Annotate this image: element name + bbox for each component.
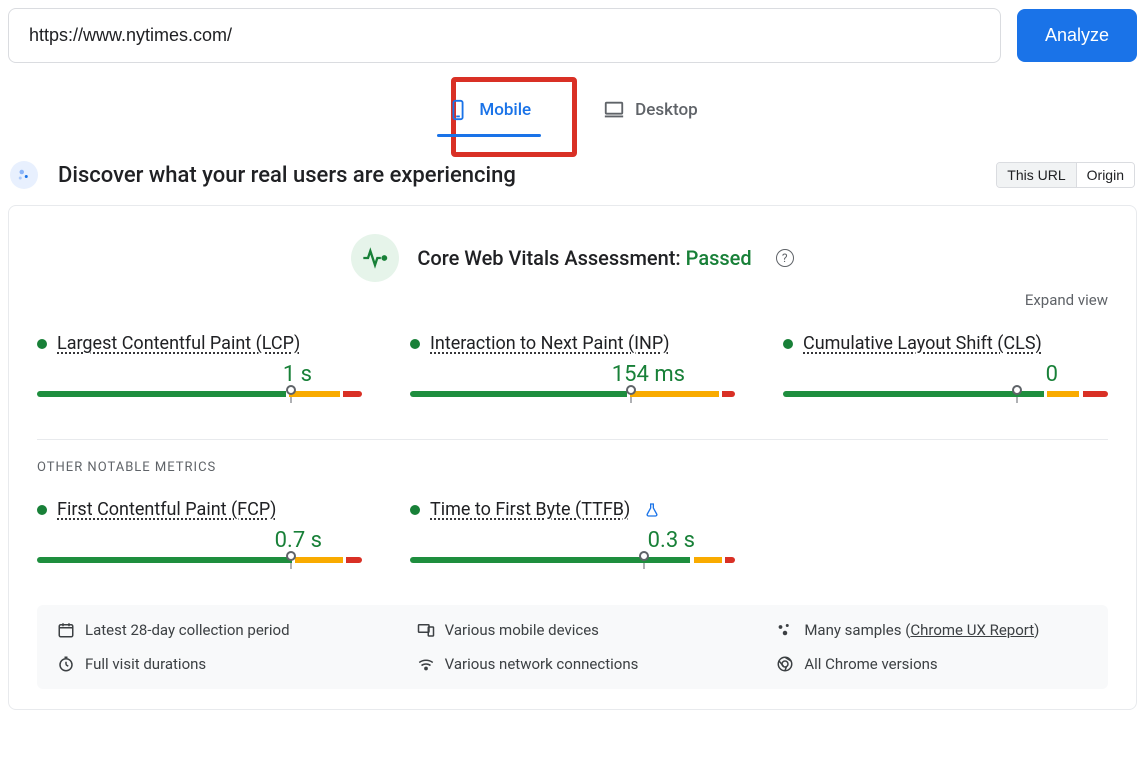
metric-value-cls: 0 <box>783 362 1108 387</box>
analyze-button[interactable]: Analyze <box>1017 9 1137 62</box>
metric-ttfb: Time to First Byte (TTFB) 0.3 s <box>410 499 735 577</box>
device-tabs: Mobile Desktop <box>8 87 1137 137</box>
status-dot-good <box>783 339 793 349</box>
metric-marker <box>626 385 636 395</box>
tab-desktop[interactable]: Desktop <box>583 87 717 137</box>
cwv-title: Core Web Vitals Assessment: Passed <box>417 246 751 270</box>
metric-name-inp[interactable]: Interaction to Next Paint (INP) <box>430 333 670 354</box>
clock-icon <box>57 655 75 673</box>
metric-value-fcp: 0.7 s <box>37 528 362 553</box>
metric-cls: Cumulative Layout Shift (CLS) 0 <box>783 333 1108 411</box>
devices-icon <box>417 621 435 639</box>
crux-report-link[interactable]: Chrome UX Report <box>910 621 1034 639</box>
tab-mobile[interactable]: Mobile <box>427 87 551 137</box>
status-dot-good <box>37 505 47 515</box>
metric-value-lcp: 1 s <box>37 362 362 387</box>
network-icon <box>417 655 435 673</box>
tab-mobile-label: Mobile <box>479 100 531 120</box>
metric-marker <box>639 551 649 561</box>
metric-name-fcp[interactable]: First Contentful Paint (FCP) <box>57 499 276 520</box>
metric-marker <box>1012 385 1022 395</box>
footer-network: Various network connections <box>445 655 639 673</box>
cwv-card: Core Web Vitals Assessment: Passed ? Exp… <box>8 205 1137 710</box>
section-title: Discover what your real users are experi… <box>58 163 516 188</box>
footer-devices: Various mobile devices <box>445 621 599 639</box>
calendar-icon <box>57 621 75 639</box>
samples-icon <box>776 621 794 639</box>
metric-inp: Interaction to Next Paint (INP) 154 ms <box>410 333 735 411</box>
experimental-icon <box>644 502 660 518</box>
url-input[interactable] <box>8 8 1001 63</box>
metric-name-cls[interactable]: Cumulative Layout Shift (CLS) <box>803 333 1042 354</box>
metric-name-ttfb[interactable]: Time to First Byte (TTFB) <box>430 499 630 520</box>
users-icon <box>10 161 38 189</box>
help-icon[interactable]: ? <box>776 249 794 267</box>
cwv-label: Core Web Vitals Assessment: <box>417 246 680 270</box>
cwv-status: Passed <box>686 246 752 270</box>
metric-marker <box>286 385 296 395</box>
divider <box>37 439 1108 440</box>
desktop-icon <box>603 99 625 121</box>
status-dot-good <box>410 339 420 349</box>
metric-marker <box>286 551 296 561</box>
toggle-origin[interactable]: Origin <box>1077 163 1134 187</box>
vitals-icon <box>351 234 399 282</box>
status-dot-good <box>410 505 420 515</box>
metric-fcp: First Contentful Paint (FCP) 0.7 s <box>37 499 362 577</box>
metric-name-lcp[interactable]: Largest Contentful Paint (LCP) <box>57 333 300 354</box>
footer-versions: All Chrome versions <box>804 655 937 673</box>
toggle-this-url[interactable]: This URL <box>997 163 1076 187</box>
chrome-icon <box>776 655 794 673</box>
metric-value-inp: 154 ms <box>410 362 735 387</box>
footer-period: Latest 28-day collection period <box>85 621 290 639</box>
other-metrics-label: OTHER NOTABLE METRICS <box>37 460 1108 475</box>
mobile-icon <box>447 99 469 121</box>
metric-value-ttfb: 0.3 s <box>410 528 735 553</box>
footer-samples: Many samples (Chrome UX Report) <box>804 621 1039 639</box>
metric-lcp: Largest Contentful Paint (LCP) 1 s <box>37 333 362 411</box>
tab-desktop-label: Desktop <box>635 100 697 120</box>
expand-view-link[interactable]: Expand view <box>1025 291 1108 309</box>
status-dot-good <box>37 339 47 349</box>
footer-durations: Full visit durations <box>85 655 206 673</box>
footer-info: Latest 28-day collection period Various … <box>37 605 1108 689</box>
scope-toggle: This URL Origin <box>996 162 1135 188</box>
